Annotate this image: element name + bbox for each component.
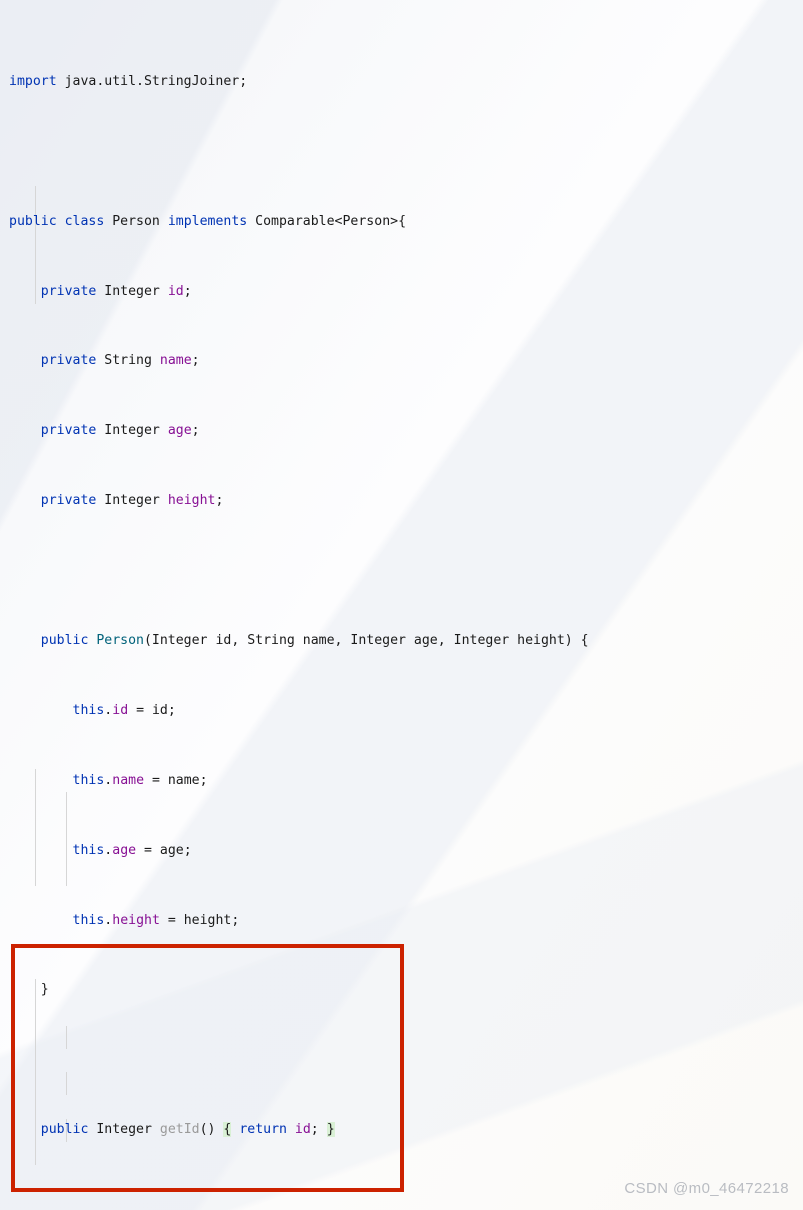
code-line: } <box>9 982 49 998</box>
code-line: private Integer id; <box>40 283 192 299</box>
code-line: this.age = age; <box>72 842 192 858</box>
code-line: this.name = name; <box>72 772 208 788</box>
code-screenshot: import java.util.StringJoiner; public cl… <box>0 0 803 1210</box>
code-line: private Integer age; <box>40 423 200 439</box>
code-line: public class Person implements Comparabl… <box>9 213 407 229</box>
code-editor-content[interactable]: import java.util.StringJoiner; public cl… <box>0 0 803 1210</box>
code-line: this.id = id; <box>72 702 176 718</box>
code-line: this.height = height; <box>72 912 240 928</box>
code-line: public Person(Integer id, String name, I… <box>40 633 589 649</box>
csdn-watermark: CSDN @m0_46472218 <box>624 1180 789 1197</box>
code-line: import java.util.StringJoiner; <box>9 73 248 89</box>
code-line: public Integer getId() { return id; } <box>40 1122 335 1138</box>
code-line: private Integer height; <box>40 493 224 509</box>
code-line: private String name; <box>40 353 200 369</box>
